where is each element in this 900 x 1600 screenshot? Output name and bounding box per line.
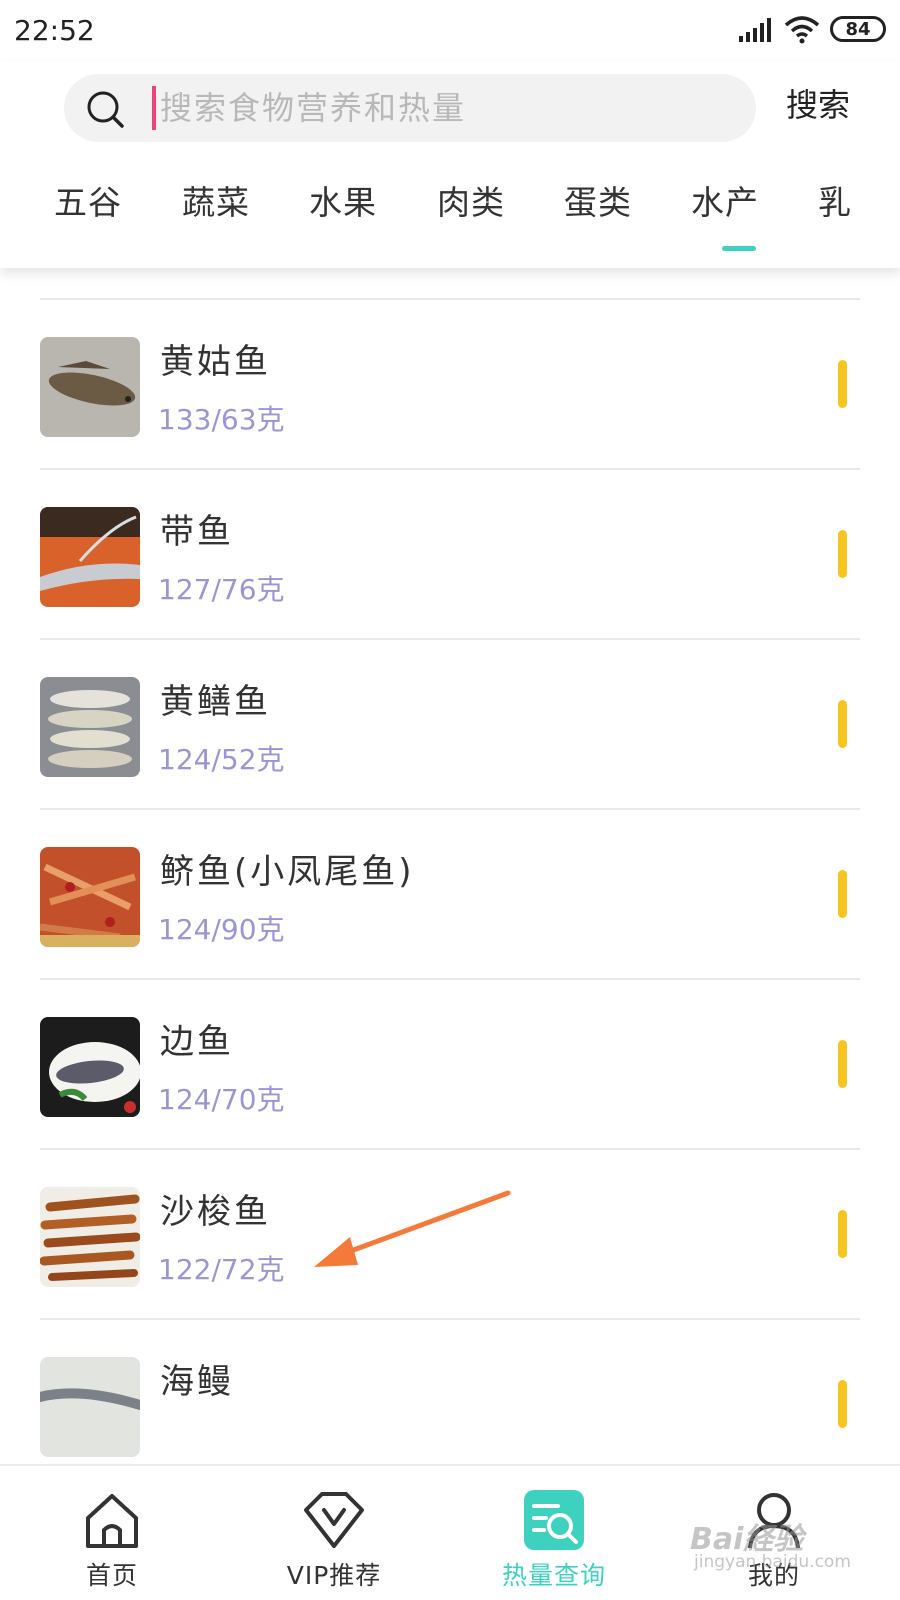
search-box[interactable] (64, 74, 756, 142)
list-item[interactable]: 黄姑鱼 133/63克 (0, 300, 900, 468)
header: 搜索 五谷 蔬菜 水果 肉类 蛋类 水产 乳 (0, 62, 900, 268)
food-thumbnail (40, 337, 140, 437)
food-name: 黄鳝鱼 (160, 682, 271, 722)
tab-seafood[interactable]: 水产 (691, 176, 759, 224)
food-thumbnail (40, 1357, 140, 1457)
nav-label: VIP推荐 (286, 1561, 382, 1590)
food-name: 鲚鱼(小凤尾鱼) (160, 852, 415, 892)
tab-dairy[interactable]: 乳 (818, 176, 852, 224)
calorie-level-bar (838, 1040, 847, 1088)
food-calories: 127/76克 (158, 573, 285, 606)
calorie-level-bar (838, 1210, 847, 1258)
food-name: 沙梭鱼 (160, 1192, 271, 1232)
food-calories: 124/90克 (158, 913, 285, 946)
food-thumbnail (40, 1187, 140, 1287)
list-item[interactable]: 鲚鱼(小凤尾鱼) 124/90克 (0, 810, 900, 978)
nav-home[interactable]: 首页 (40, 1466, 180, 1600)
nav-calorie-search[interactable]: 热量查询 (482, 1466, 622, 1600)
list-item[interactable]: 边鱼 124/70克 (0, 980, 900, 1148)
status-bar: 22:52 84 (0, 0, 900, 62)
food-name: 边鱼 (160, 1022, 234, 1062)
wifi-icon (784, 16, 820, 44)
battery-indicator: 84 (830, 16, 886, 42)
food-thumbnail (40, 677, 140, 777)
food-calories: 124/52克 (158, 743, 285, 776)
tab-meat[interactable]: 肉类 (437, 176, 505, 224)
calorie-level-bar (838, 530, 847, 578)
calorie-level-bar (838, 1380, 847, 1428)
tab-vegetables[interactable]: 蔬菜 (182, 176, 250, 224)
list-item[interactable]: 黄鳝鱼 124/52克 (0, 640, 900, 808)
battery-level: 84 (845, 18, 871, 40)
nav-label: 热量查询 (501, 1561, 606, 1590)
tab-eggs[interactable]: 蛋类 (564, 176, 632, 224)
status-time: 22:52 (14, 14, 95, 47)
home-icon (86, 1494, 138, 1548)
active-tab-indicator (722, 246, 756, 251)
food-calories: 122/72克 (158, 1253, 285, 1286)
list-item[interactable]: 带鱼 127/76克 (0, 470, 900, 638)
food-calories: 124/70克 (158, 1083, 285, 1116)
food-thumbnail (40, 507, 140, 607)
food-name: 带鱼 (160, 512, 234, 552)
text-caret (152, 86, 156, 130)
tab-grains[interactable]: 五谷 (54, 176, 122, 224)
nav-label: 首页 (85, 1561, 138, 1590)
search-input[interactable] (160, 74, 720, 142)
vip-icon (304, 1492, 364, 1548)
calorie-level-bar (838, 700, 847, 748)
search-icon (87, 91, 124, 128)
calorie-search-icon (524, 1490, 584, 1550)
food-calories: 133/63克 (158, 403, 285, 436)
nav-vip[interactable]: VIP推荐 (262, 1466, 402, 1600)
food-name: 海鳗 (160, 1362, 234, 1402)
food-name: 黄姑鱼 (160, 342, 271, 382)
watermark-url: jingyan.baidu.com (694, 1552, 851, 1572)
bottom-navigation: 首页 VIP推荐 热量查询 我的 Bai経验 jingyan.baidu.com (0, 1464, 900, 1600)
food-thumbnail (40, 1017, 140, 1117)
calorie-level-bar (838, 870, 847, 918)
signal-icon (739, 18, 771, 42)
calorie-level-bar (838, 360, 847, 408)
list-item[interactable]: 海鳗 (0, 1320, 900, 1464)
tab-fruits[interactable]: 水果 (309, 176, 377, 224)
food-thumbnail (40, 847, 140, 947)
search-button[interactable]: 搜索 (786, 80, 850, 126)
annotation-arrow (314, 1190, 511, 1267)
